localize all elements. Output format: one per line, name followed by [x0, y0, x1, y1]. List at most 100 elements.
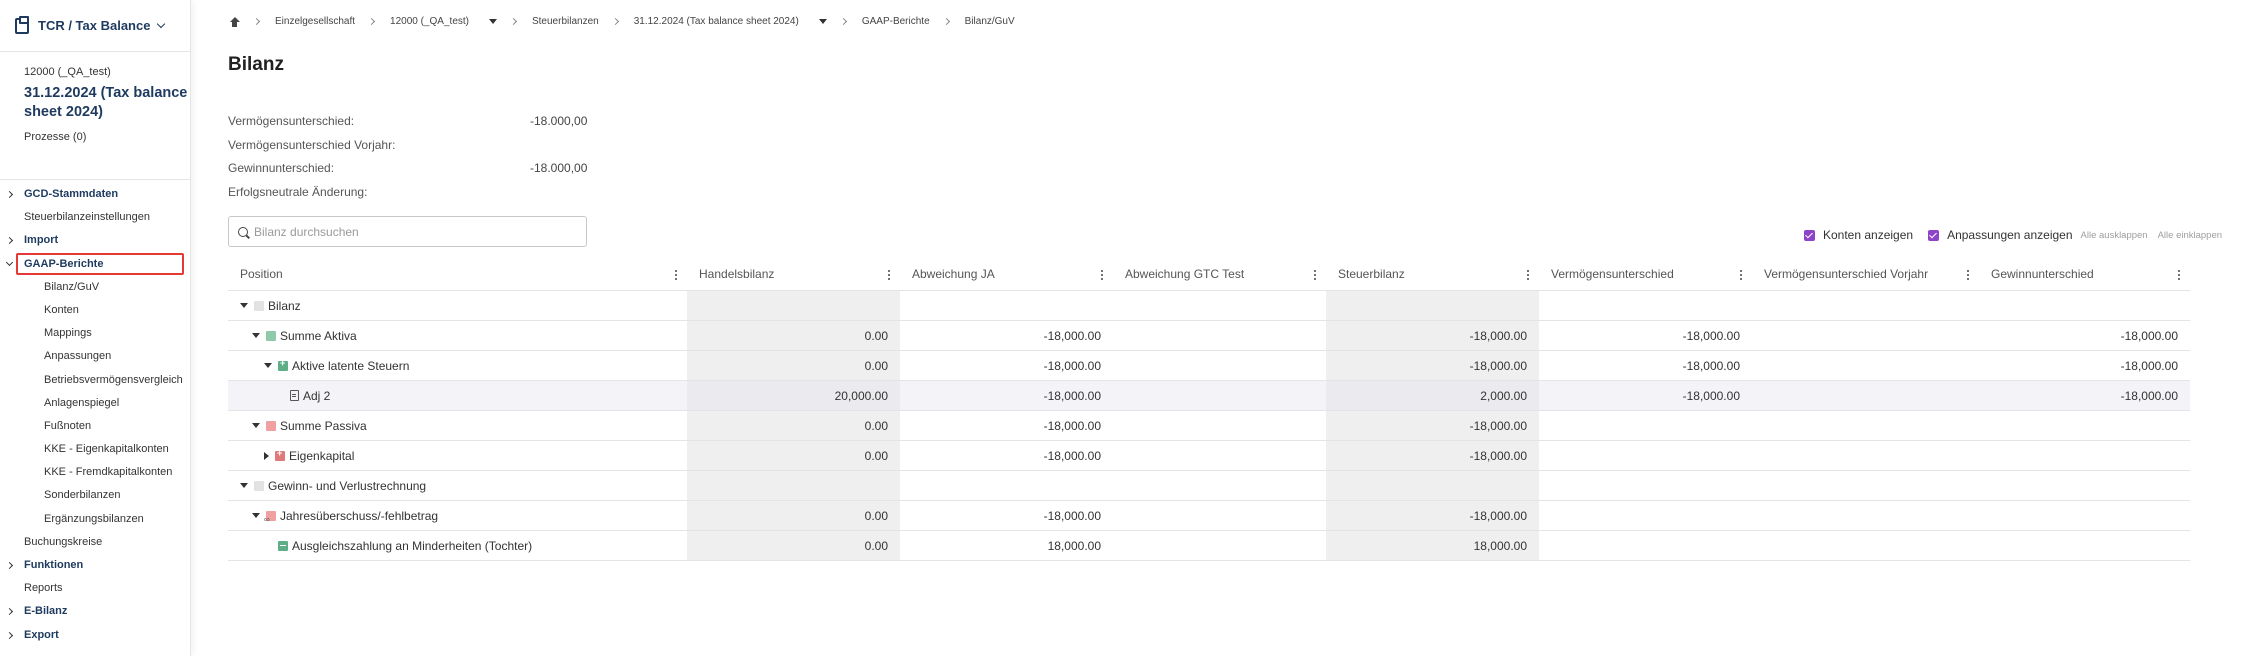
column-menu-icon[interactable]	[1967, 270, 1969, 280]
breadcrumb-item[interactable]: Steuerbilanzen	[532, 16, 599, 27]
table-row[interactable]: Eigenkapital 0.00 -18,000.00 -18,000.00	[228, 441, 2190, 471]
collapse-arrow-icon[interactable]	[252, 513, 260, 518]
sidebar-item[interactable]: Betriebsvermögensvergleich	[0, 369, 190, 392]
sidebar-item[interactable]: Bilanz/GuV	[0, 276, 190, 299]
sidebar-item[interactable]: Anlagenspiegel	[0, 392, 190, 415]
sidebar-item[interactable]: Import	[0, 229, 190, 252]
column-menu-icon[interactable]	[1314, 270, 1316, 280]
chevron-right-icon[interactable]	[5, 237, 14, 245]
show-adjustments-label[interactable]: Anpassungen anzeigen	[1947, 228, 2072, 242]
chevron-down-icon[interactable]	[157, 19, 166, 29]
sidebar-item[interactable]: Funktionen	[0, 554, 190, 577]
position-cell[interactable]: Bilanz	[228, 291, 687, 320]
column-label: Vermögensunterschied	[1551, 267, 1674, 281]
entity-code[interactable]: 12000 (_QA_test)	[24, 62, 190, 82]
breadcrumb-item[interactable]: GAAP-Berichte	[862, 16, 930, 27]
sidebar-item[interactable]: Steuerbilanzeinstellungen	[0, 206, 190, 229]
dropdown-arrow-icon[interactable]	[488, 19, 497, 24]
breadcrumb-item[interactable]: 31.12.2024 (Tax balance sheet 2024)	[634, 16, 799, 27]
table-row[interactable]: Jahresüberschuss/-fehlbetrag 0.00 -18,000.…	[228, 501, 2190, 531]
sidebar-item[interactable]: Buchungskreise	[0, 531, 190, 554]
table-row[interactable]: Adj 2 20,000.00 -18,000.00 2,000.00 -18,000.…	[228, 381, 2190, 411]
table-row[interactable]: Aktive latente Steuern 0.00 -18,000.00 -18,…	[228, 351, 2190, 381]
column-header-handelsbilanz[interactable]: Handelsbilanz	[687, 258, 900, 290]
processes-link[interactable]: Prozesse (0)	[24, 131, 190, 143]
position-cell[interactable]: Ausgleichszahlung an Minderheiten (Tocht…	[228, 531, 687, 560]
column-header-vermoegensunterschied-vorjahr[interactable]: Vermögensunterschied Vorjahr	[1752, 258, 1979, 290]
value-cell: -18,000.00	[1682, 388, 1740, 403]
column-menu-icon[interactable]	[1101, 270, 1103, 280]
entity-period[interactable]: 31.12.2024 (Tax balance sheet 2024)	[24, 84, 190, 122]
value-cell	[1539, 441, 1752, 470]
collapse-all-link[interactable]: Alle einklappen	[2158, 230, 2222, 241]
column-header-abweichung-gtc[interactable]: Abweichung GTC Test	[1113, 258, 1326, 290]
chevron-right-icon[interactable]	[5, 190, 14, 199]
column-menu-icon[interactable]	[1527, 270, 1529, 280]
breadcrumb-item[interactable]: 12000 (_QA_test)	[390, 16, 469, 27]
column-menu-icon[interactable]	[675, 270, 677, 280]
sidebar-item[interactable]: KKE - Eigenkapitalkonten	[0, 438, 190, 461]
position-cell[interactable]: Gewinn- und Verlustrechnung	[228, 471, 687, 500]
sidebar-item[interactable]: Anpassungen	[0, 345, 190, 368]
expand-arrow-icon[interactable]	[264, 451, 269, 460]
table-header: Position Handelsbilanz Abweichung JA Abw…	[228, 258, 2190, 291]
sidebar-item-label: Bilanz/GuV	[44, 280, 100, 293]
value-cell	[1113, 471, 1326, 500]
sidebar-item[interactable]: Konten	[0, 299, 190, 322]
sidebar-item[interactable]: Sonderbilanzen	[0, 484, 190, 507]
chevron-right-icon[interactable]	[5, 631, 14, 639]
sidebar-item[interactable]: GAAP-Berichte	[0, 252, 190, 276]
collapse-arrow-icon[interactable]	[264, 363, 272, 368]
value-cell	[1113, 291, 1326, 320]
sidebar-item[interactable]: GCD-Stammdaten	[0, 183, 190, 206]
column-header-abweichung-ja[interactable]: Abweichung JA	[900, 258, 1113, 290]
position-cell[interactable]: Aktive latente Steuern	[228, 351, 687, 380]
column-header-vermoegensunterschied[interactable]: Vermögensunterschied	[1539, 258, 1752, 290]
column-menu-icon[interactable]	[1740, 270, 1742, 280]
chevron-right-icon[interactable]	[5, 608, 14, 616]
column-header-position[interactable]: Position	[228, 258, 687, 290]
show-accounts-label[interactable]: Konten anzeigen	[1823, 228, 1913, 242]
position-cell[interactable]: Eigenkapital	[228, 441, 687, 470]
sidebar-item[interactable]: E-Bilanz	[0, 600, 190, 623]
sidebar-item[interactable]: KKE - Fremdkapitalkonten	[0, 461, 190, 484]
sidebar-item[interactable]: Ergänzungsbilanzen	[0, 508, 190, 531]
column-header-steuerbilanz[interactable]: Steuerbilanz	[1326, 258, 1539, 290]
show-adjustments-checkbox[interactable]	[1928, 229, 1940, 241]
sidebar-item[interactable]: Export	[0, 624, 190, 647]
table-row[interactable]: Gewinn- und Verlustrechnung	[228, 471, 2190, 501]
position-cell[interactable]: Jahresüberschuss/-fehlbetrag	[228, 501, 687, 530]
expand-all-link[interactable]: Alle ausklappen	[2081, 230, 2148, 241]
sidebar-item[interactable]: Fußnoten	[0, 415, 190, 438]
dropdown-arrow-icon[interactable]	[818, 19, 827, 24]
column-menu-icon[interactable]	[2178, 270, 2180, 280]
position-label: Eigenkapital	[289, 448, 355, 463]
app-switcher[interactable]: TCR / Tax Balance	[0, 0, 190, 52]
chevron-down-icon[interactable]	[5, 258, 14, 266]
sidebar-item[interactable]: Mappings	[0, 322, 190, 345]
collapse-arrow-icon[interactable]	[240, 303, 248, 308]
position-cell[interactable]: Adj 2	[228, 381, 687, 410]
sidebar-item-label: Import	[24, 234, 59, 247]
search-box[interactable]	[228, 216, 587, 247]
table-row[interactable]: Summe Aktiva 0.00 -18,000.00 -18,000.00 -18,…	[228, 321, 2190, 351]
position-cell[interactable]: Summe Aktiva	[228, 321, 687, 350]
column-menu-icon[interactable]	[888, 270, 890, 280]
collapse-arrow-icon[interactable]	[252, 423, 260, 428]
table-row[interactable]: Ausgleichszahlung an Minderheiten (Tocht…	[228, 531, 2190, 561]
sidebar-item[interactable]: Reports	[0, 577, 190, 600]
collapse-arrow-icon[interactable]	[252, 333, 260, 338]
search-input[interactable]	[254, 224, 574, 239]
value-cell	[1752, 471, 1979, 500]
table-row[interactable]: Bilanz	[228, 291, 2190, 321]
value-cell	[1979, 291, 2190, 320]
collapse-arrow-icon[interactable]	[240, 483, 248, 488]
breadcrumb-item[interactable]: Einzelgesellschaft	[275, 16, 355, 27]
sidebar-item-label: Fußnoten	[44, 419, 92, 432]
position-cell[interactable]: Summe Passiva	[228, 411, 687, 440]
table-row[interactable]: Summe Passiva 0.00 -18,000.00 -18,000.00	[228, 411, 2190, 441]
home-icon[interactable]	[229, 16, 240, 27]
show-accounts-checkbox[interactable]	[1804, 229, 1815, 241]
column-header-gewinnunterschied[interactable]: Gewinnunterschied	[1979, 258, 2190, 290]
chevron-right-icon[interactable]	[5, 561, 14, 570]
